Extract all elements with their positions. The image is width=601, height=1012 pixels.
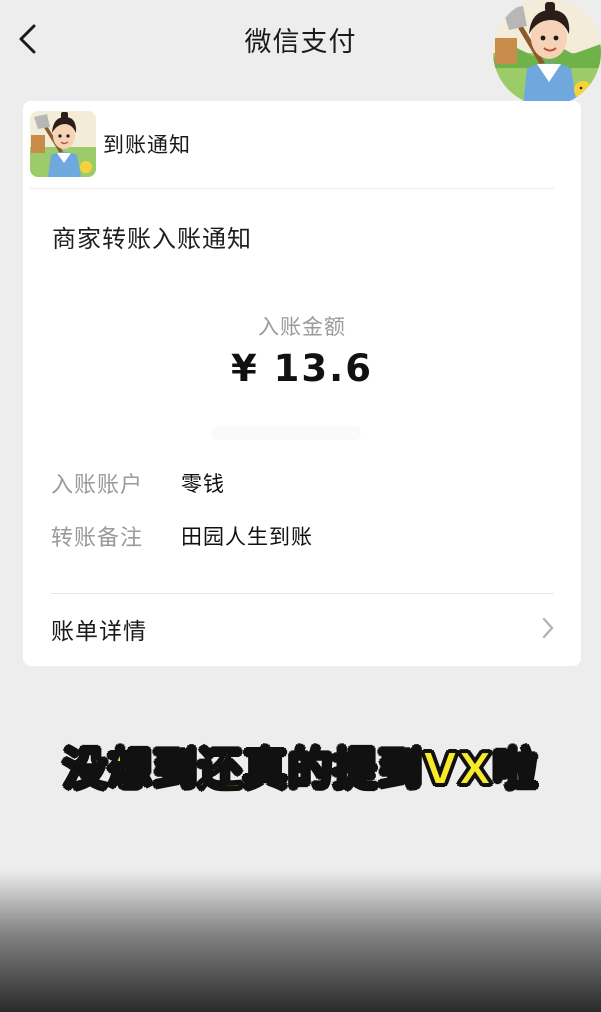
remark-value: 田园人生到账 xyxy=(181,525,313,549)
video-caption: 没想到还真的提到VX啦 xyxy=(62,743,538,796)
payment-notice-card: 到账通知 商家转账入账通知 入账金额 ¥ 13.6 入账账户 零钱 转账备注 田… xyxy=(23,101,581,666)
bill-details-label: 账单详情 xyxy=(51,619,147,645)
amount-underlay xyxy=(211,426,361,440)
bill-details-row[interactable]: 账单详情 xyxy=(23,594,581,666)
creator-avatar xyxy=(493,0,601,106)
amount-label: 入账金额 xyxy=(258,315,346,339)
remark-label: 转账备注 xyxy=(51,526,144,551)
notice-title: 商家转账入账通知 xyxy=(52,225,252,253)
app-avatar xyxy=(30,111,96,177)
bottom-shadow xyxy=(0,870,601,1012)
amount-value: ¥ 13.6 xyxy=(231,347,373,390)
chevron-right-icon xyxy=(542,617,554,639)
account-label: 入账账户 xyxy=(51,473,144,498)
divider xyxy=(30,188,554,189)
app-name: 到账通知 xyxy=(103,133,191,157)
account-value: 零钱 xyxy=(181,472,225,496)
